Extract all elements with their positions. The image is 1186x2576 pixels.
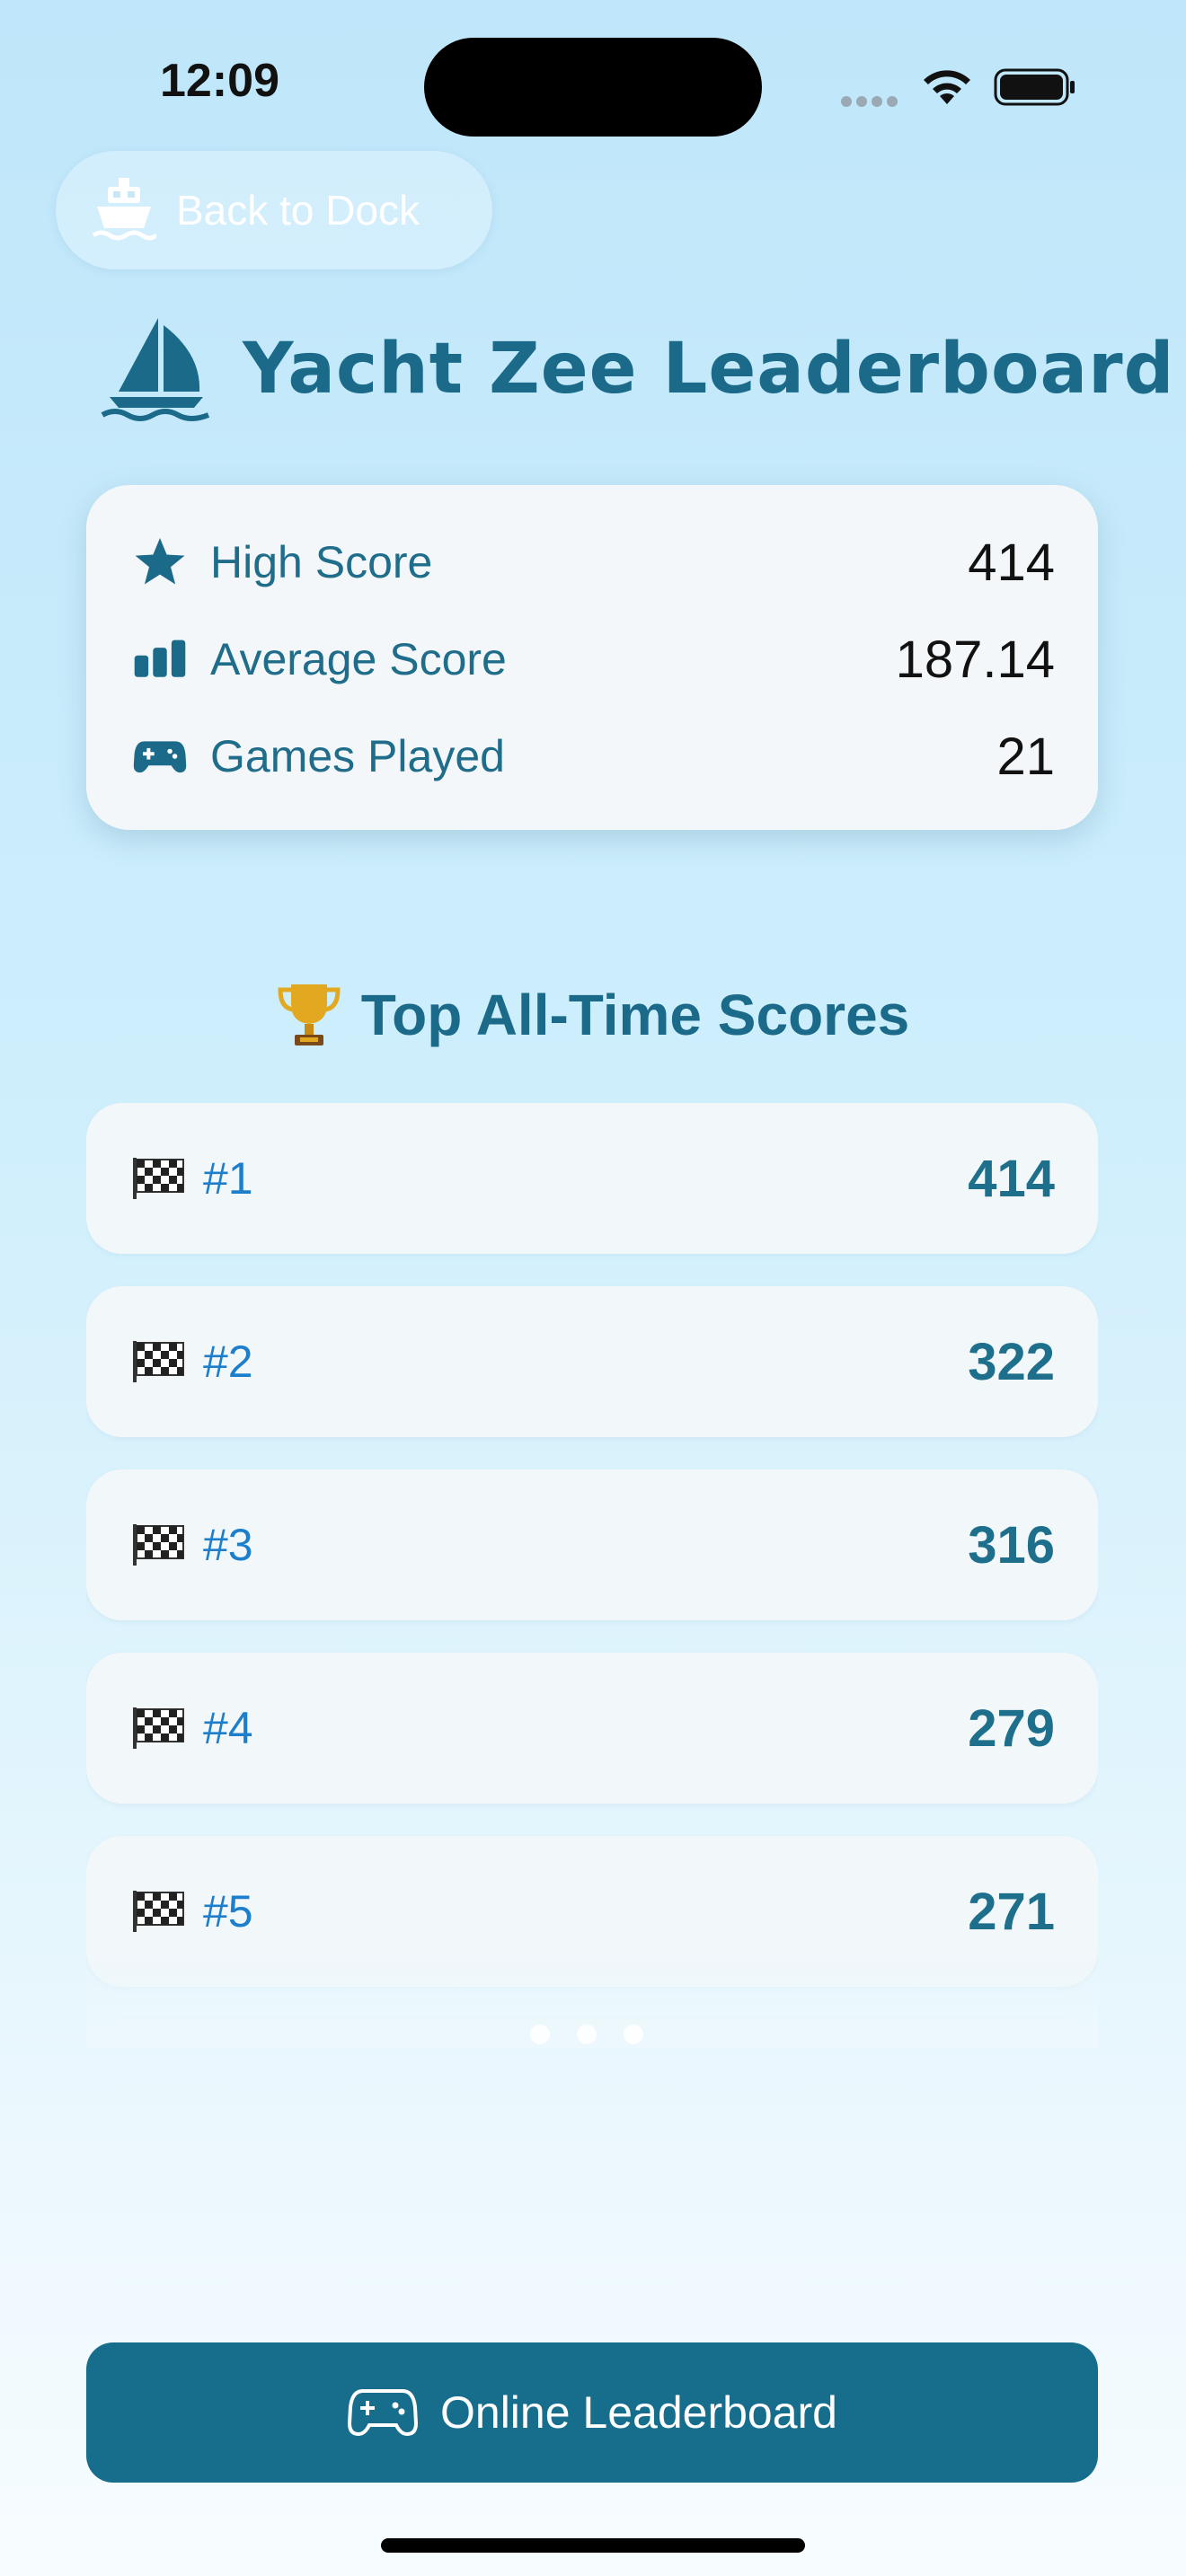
- checkered-flag-icon: [133, 1524, 184, 1566]
- score-value: 271: [968, 1882, 1055, 1941]
- back-to-dock-button[interactable]: Back to Dock: [56, 151, 492, 269]
- top-scores-heading-text: Top All-Time Scores: [360, 983, 910, 1047]
- score-value: 316: [968, 1515, 1055, 1575]
- rank-label: #3: [203, 1520, 253, 1570]
- ship-icon: [92, 178, 156, 241]
- score-value: 322: [968, 1332, 1055, 1391]
- checkered-flag-icon: [133, 1707, 184, 1749]
- stat-high-score: High Score 414: [133, 526, 1055, 598]
- rank-label: #2: [203, 1337, 253, 1387]
- score-value: 414: [968, 1149, 1055, 1208]
- stat-value: 187.14: [895, 630, 1055, 689]
- cellular-signal-icon: [841, 93, 902, 107]
- top-scores-heading: Top All-Time Scores: [0, 970, 1186, 1060]
- stat-value: 414: [968, 533, 1055, 592]
- battery-icon: [994, 68, 1075, 106]
- stat-label: Average Score: [210, 634, 507, 684]
- page-indicator[interactable]: [530, 2025, 670, 2051]
- stat-value: 21: [996, 727, 1055, 786]
- rank-label: #1: [203, 1153, 253, 1204]
- dynamic-island: [424, 38, 762, 137]
- stat-games-played: Games Played 21: [133, 720, 1055, 792]
- list-item: #1 414: [86, 1103, 1098, 1254]
- rank-label: #4: [203, 1703, 253, 1753]
- rank-label: #5: [203, 1886, 253, 1936]
- list-item: #3 316: [86, 1469, 1098, 1620]
- gamepad-icon: [133, 741, 187, 773]
- checkered-flag-icon: [133, 1891, 184, 1932]
- stat-label: Games Played: [210, 731, 505, 781]
- checkered-flag-icon: [133, 1341, 184, 1382]
- home-indicator[interactable]: [381, 2538, 805, 2553]
- online-leaderboard-label: Online Leaderboard: [440, 2387, 837, 2438]
- online-leaderboard-button[interactable]: Online Leaderboard: [86, 2342, 1098, 2483]
- stat-average-score: Average Score 187.14: [133, 623, 1055, 695]
- star-icon: [135, 538, 185, 585]
- sailboat-icon: [101, 318, 210, 421]
- title-text: Yacht Zee Leaderboard: [243, 329, 1175, 410]
- list-item: #2 322: [86, 1286, 1098, 1437]
- gamepad-icon: [347, 2389, 419, 2437]
- score-value: 279: [968, 1698, 1055, 1758]
- checkered-flag-icon: [133, 1158, 184, 1199]
- wifi-icon: [924, 70, 970, 104]
- page-title: Yacht Zee Leaderboard: [101, 311, 1174, 428]
- stats-card: High Score 414 Average Score 187.14 Game…: [86, 485, 1098, 830]
- top-scores-list: #1 414 #2 322 #3 316 #4 279 #5 271: [86, 1103, 1098, 2046]
- status-time: 12:09: [160, 55, 279, 107]
- back-button-label: Back to Dock: [176, 187, 420, 234]
- bar-chart-icon: [134, 640, 186, 677]
- trophy-icon: [278, 984, 341, 1045]
- stat-label: High Score: [210, 537, 433, 587]
- list-item: #4 279: [86, 1653, 1098, 1804]
